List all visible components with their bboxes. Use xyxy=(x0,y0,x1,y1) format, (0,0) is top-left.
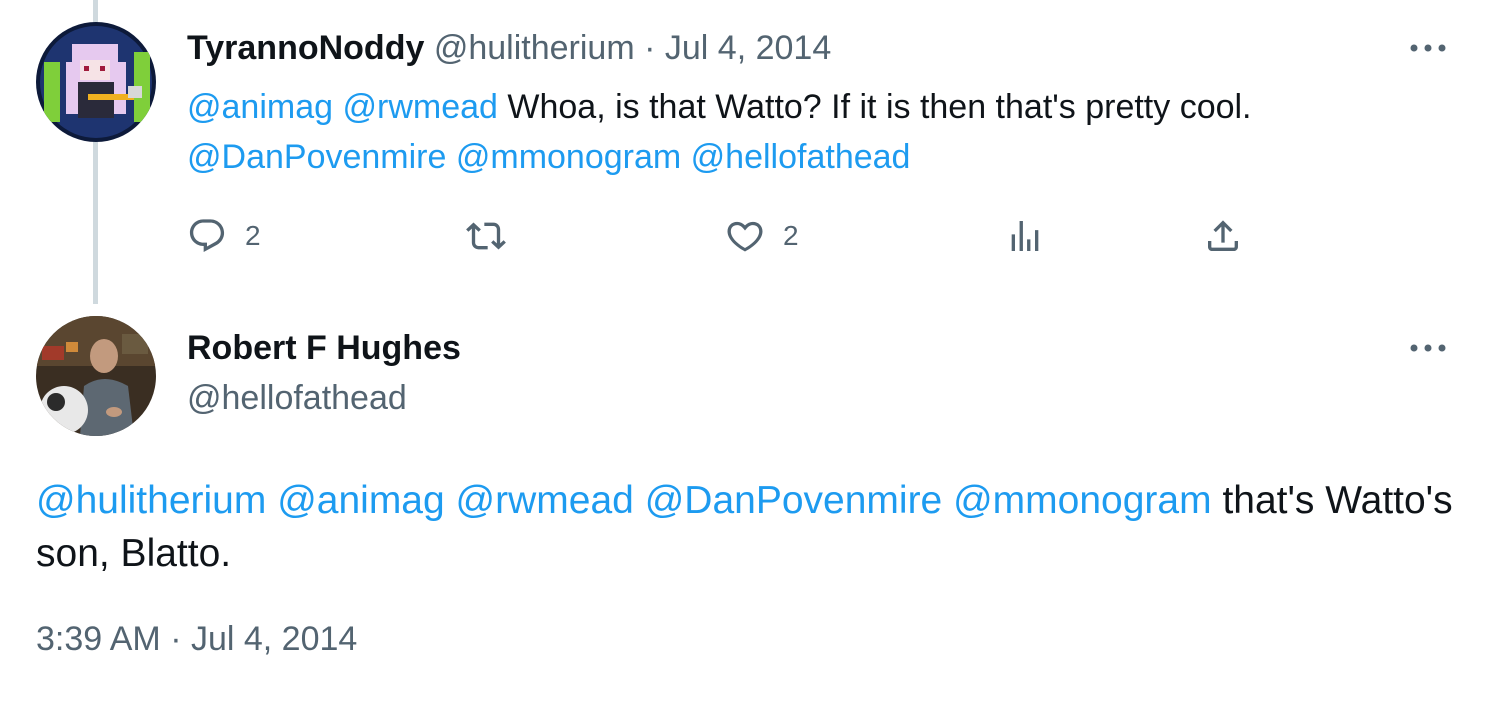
reply-icon xyxy=(189,219,225,253)
like-button[interactable]: 2 xyxy=(725,212,799,260)
tweet1-text: @animag @rwmead Whoa, is that Watto? If … xyxy=(187,82,1447,182)
tweet1-action-bar: 2 2 xyxy=(187,212,1447,260)
analytics-icon xyxy=(1011,221,1039,251)
mention-link[interactable]: @rwmead xyxy=(342,88,497,126)
tweet2-text: @hulitherium @animag @rwmead @DanPovenmi… xyxy=(36,474,1456,580)
mention-link[interactable]: @mmonogram xyxy=(456,138,681,176)
mention-link[interactable]: @DanPovenmire xyxy=(645,479,943,522)
heart-icon xyxy=(727,221,763,252)
mention-link[interactable]: @DanPovenmire xyxy=(187,138,446,176)
tweet1-author-name[interactable]: TyrannoNoddy xyxy=(187,29,424,67)
tweet2-author-name[interactable]: Robert F Hughes xyxy=(187,326,461,370)
tweet1-header: TyrannoNoddy @hulitherium · Jul 4, 2014 xyxy=(187,26,831,70)
tweet1-author-handle[interactable]: @hulitherium xyxy=(434,29,635,67)
mention-link[interactable]: @animag xyxy=(277,479,445,522)
avatar-robert-f-hughes[interactable] xyxy=(36,316,156,436)
retweet-button[interactable] xyxy=(465,212,507,260)
tweet2-timestamp[interactable]: 3:39 AM · Jul 4, 2014 xyxy=(36,617,357,661)
views-button[interactable] xyxy=(1005,212,1045,260)
mention-link[interactable]: @rwmead xyxy=(456,479,634,522)
share-icon xyxy=(1208,220,1238,251)
retweet-icon xyxy=(466,222,506,250)
mention-link[interactable]: @hellofathead xyxy=(691,138,911,176)
like-count: 2 xyxy=(783,220,799,251)
share-button[interactable] xyxy=(1203,212,1243,260)
mention-link[interactable]: @mmonogram xyxy=(953,479,1212,522)
mention-link[interactable]: @animag xyxy=(187,88,333,126)
tweet2-author-handle[interactable]: @hellofathead xyxy=(187,376,407,420)
more-horizontal-icon xyxy=(1410,344,1446,352)
avatar-tyrannonoddy[interactable] xyxy=(36,22,156,142)
reply-count: 2 xyxy=(245,220,261,251)
tweet1-date[interactable]: Jul 4, 2014 xyxy=(665,29,831,67)
tweet2-more-button[interactable] xyxy=(1406,326,1450,370)
reply-button[interactable]: 2 xyxy=(187,212,261,260)
more-horizontal-icon xyxy=(1410,44,1446,52)
tweet1-more-button[interactable] xyxy=(1406,26,1450,70)
mention-link[interactable]: @hulitherium xyxy=(36,479,266,522)
tweet1-header-separator: · xyxy=(644,29,656,67)
tweet1-text-content: Whoa, is that Watto? If it is then that'… xyxy=(507,88,1252,126)
